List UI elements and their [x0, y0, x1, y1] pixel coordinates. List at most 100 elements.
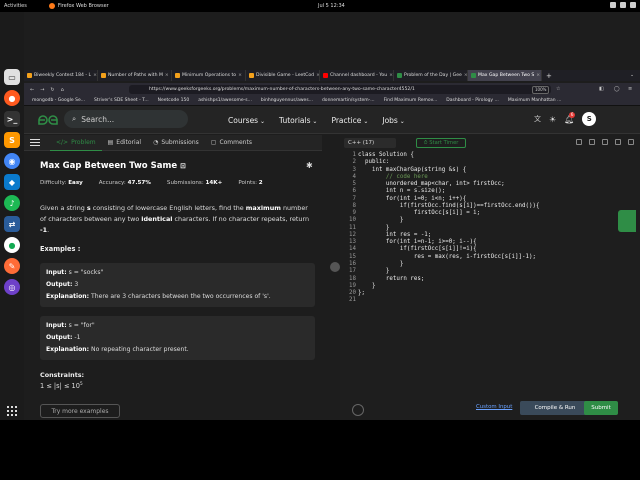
code-line: }	[358, 217, 404, 224]
account-icon[interactable]: ◯	[614, 86, 620, 92]
bookmark-item[interactable]: Find Maximum Remov...	[384, 98, 438, 103]
submit-button[interactable]: Submit	[584, 401, 618, 415]
tab-comments[interactable]: ▢ Comments	[205, 135, 258, 151]
tab-list-icon[interactable]: ⌄	[630, 73, 634, 78]
compile-run-button[interactable]: Compile & Run	[520, 401, 590, 415]
try-more-examples-button[interactable]: Try more examples	[40, 404, 120, 418]
browser-tab-active[interactable]: Max Gap Between Two S ×	[468, 70, 542, 81]
custom-input-link[interactable]: Custom Input	[476, 404, 512, 410]
tab-problem[interactable]: </> Problem	[50, 135, 102, 151]
spotify-icon[interactable]: ♪	[4, 195, 20, 211]
sublime-icon[interactable]: S	[4, 132, 20, 148]
browser-tab[interactable]: Number of Paths with M ×	[98, 70, 172, 81]
activities-button[interactable]: Activities	[4, 3, 27, 9]
browser-tab[interactable]: Biweekly Contest 184 - L ×	[24, 70, 98, 81]
new-tab-icon[interactable]: +	[546, 72, 552, 80]
bookmark-item[interactable]: Neetcode 150	[158, 98, 190, 103]
firefox-icon[interactable]: ●	[4, 90, 20, 106]
gfg-logo-icon[interactable]	[36, 115, 60, 125]
search-icon: ⌕	[72, 114, 77, 123]
line-number: 11	[349, 224, 356, 231]
example-explanation: Explanation: There are 3 characters betw…	[46, 291, 309, 303]
browser-tab[interactable]: Divisible Game - LeetCod ×	[246, 70, 320, 81]
code-line: class Solution {	[358, 152, 414, 158]
clock[interactable]: Jul 5 12:34	[318, 3, 345, 9]
code-lines[interactable]: class Solution { public: int maxCharGap(…	[358, 152, 539, 305]
lightbulb-icon[interactable]	[352, 404, 364, 416]
report-bug-icon[interactable]: ✱	[306, 161, 313, 170]
tab-close-icon[interactable]: ×	[389, 73, 393, 78]
nav-tutorials[interactable]: Tutorials	[279, 116, 317, 125]
fullscreen-icon[interactable]	[576, 139, 582, 145]
search-input[interactable]: ⌕ Search...	[64, 110, 188, 128]
value: There are 3 characters between the two o…	[91, 293, 271, 300]
tab-close-icon[interactable]: ×	[165, 73, 169, 78]
problem-description: Given a string s consisting of lowercase…	[40, 203, 316, 236]
label: Input:	[46, 269, 67, 276]
code-editor[interactable]: 1 2 3 4 5 6 7 8 9 10 11 12 13 14 15 16 17 18 19 20 21 class …	[340, 152, 640, 400]
tab-close-icon[interactable]: ×	[536, 73, 540, 78]
bookmark-icon[interactable]: ⊡	[180, 162, 186, 170]
postman-icon[interactable]: ✎	[4, 258, 20, 274]
nav-jobs[interactable]: Jobs	[382, 116, 404, 125]
terminal-icon[interactable]: >_	[4, 111, 20, 127]
browser-tab[interactable]: Channel dashboard - You ×	[320, 70, 394, 81]
copy-icon[interactable]	[589, 139, 595, 145]
bookmark-item[interactable]: mongodb - Google Se...	[32, 98, 85, 103]
browser-tab[interactable]: Minimum Operations to ×	[172, 70, 246, 81]
theme-toggle-icon[interactable]: ☀	[549, 115, 556, 124]
address-bar[interactable]: https://www.geeksforgeeks.org/problems/m…	[129, 85, 551, 94]
line-number: 6	[352, 188, 357, 195]
vpn-icon[interactable]: ⇄	[4, 216, 20, 232]
pane-resize-handle[interactable]	[330, 262, 340, 272]
chat-icon[interactable]	[618, 210, 636, 232]
tab-submissions[interactable]: ◔ Submissions	[147, 135, 205, 151]
screen: Activities Firefox Web Browser Jul 5 12:…	[0, 0, 640, 480]
tab-label: Submissions	[161, 139, 199, 146]
nav-courses[interactable]: Courses	[228, 116, 265, 125]
example-output: Output: -1	[46, 332, 309, 344]
meta-label: Submissions:	[166, 180, 204, 186]
code-line: // code here	[358, 173, 428, 180]
home-icon[interactable]: ⌂	[61, 87, 64, 93]
bookmark-item[interactable]: Maximum Manhattan ...	[508, 98, 562, 103]
reset-icon[interactable]	[615, 139, 621, 145]
system-tray[interactable]	[610, 2, 636, 8]
label: Input:	[46, 322, 67, 329]
expand-icon[interactable]	[628, 139, 634, 145]
chrome-icon[interactable]: ◉	[4, 153, 20, 169]
tab-close-icon[interactable]: ×	[238, 73, 242, 78]
line-number: 3	[352, 166, 357, 173]
mongodb-icon[interactable]: ●	[4, 237, 20, 253]
forward-icon[interactable]: →	[40, 87, 44, 93]
files-icon[interactable]: ▭	[4, 69, 20, 85]
tab-label: Number of Paths with M	[108, 73, 163, 78]
github-desktop-icon[interactable]: ◎	[4, 279, 20, 295]
extensions-icon[interactable]: ◧	[599, 86, 604, 92]
meta-label: Difficulty:	[40, 180, 67, 186]
language-select[interactable]: C++ (17)	[344, 138, 396, 148]
vscode-icon[interactable]: ◆	[4, 174, 20, 190]
notification-bell-icon[interactable]: 🔔︎ 6	[564, 111, 576, 124]
code-line: if(firstOcc[s[i]]!=i){	[358, 246, 477, 253]
avatar[interactable]: S	[582, 112, 597, 126]
tab-editorial[interactable]: ▤ Editorial	[102, 135, 147, 151]
back-icon[interactable]: ←	[30, 87, 34, 93]
hamburger-icon[interactable]	[30, 138, 44, 147]
bookmark-item[interactable]: binhnguyennus/awes...	[261, 98, 313, 103]
bookmark-item[interactable]: donnemartin/system-...	[322, 98, 375, 103]
zoom-indicator[interactable]: 100%	[532, 86, 550, 94]
menu-icon[interactable]: ≡	[628, 86, 632, 92]
bookmark-item[interactable]: Dashboard - Pirology ...	[446, 98, 499, 103]
reload-icon[interactable]: ↻	[50, 87, 54, 93]
browser-tab[interactable]: Problem of the Day | Gee ×	[394, 70, 468, 81]
tab-close-icon[interactable]: ×	[93, 73, 97, 78]
nav-practice[interactable]: Practice	[331, 116, 368, 125]
translate-icon[interactable]: 文	[534, 114, 541, 124]
settings-icon[interactable]	[602, 139, 608, 145]
start-timer-button[interactable]: ⏱ Start Timer	[416, 138, 466, 148]
app-grid-icon[interactable]	[7, 406, 17, 416]
bookmark-star-icon[interactable]: ☆	[556, 86, 560, 92]
bookmark-item[interactable]: Striver's SDE Sheet - T...	[94, 98, 149, 103]
bookmark-item[interactable]: ashishps1/awesome-s...	[198, 98, 252, 103]
